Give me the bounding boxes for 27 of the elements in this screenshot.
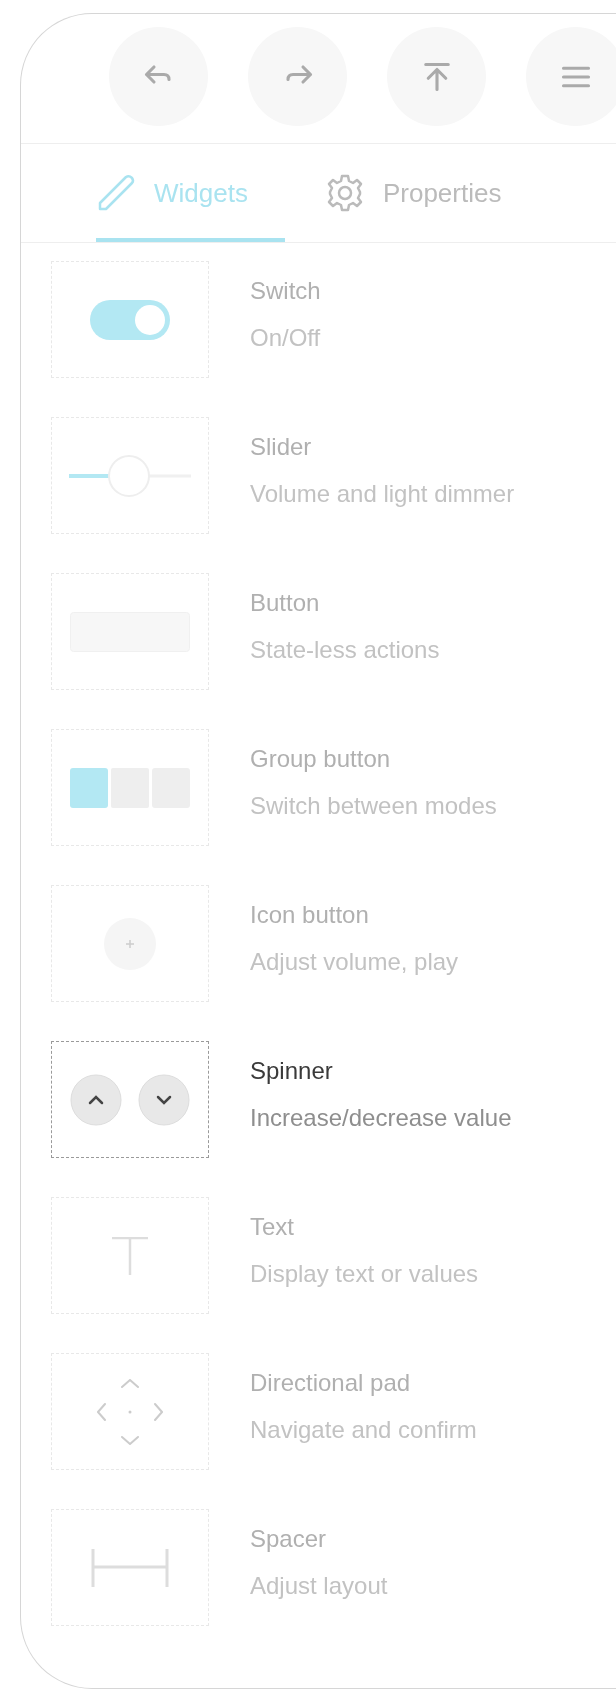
widget-title: Switch — [250, 276, 321, 306]
widget-description: Display text or values — [250, 1259, 479, 1289]
widget-title: Spinner — [250, 1056, 334, 1086]
widget-description: Navigate and confirm — [250, 1415, 477, 1445]
widget-description: Volume and light dimmer — [250, 479, 515, 509]
widget-title: Button — [250, 588, 321, 618]
widget-title: Group button — [250, 744, 392, 774]
widget-description: Adjust volume, play — [250, 947, 459, 977]
widget-title: Spacer — [250, 1524, 328, 1554]
pencil-icon — [96, 173, 136, 213]
plus-button-drawing — [104, 917, 156, 970]
widget-title: Icon button — [250, 900, 370, 930]
widget-description: State-less actions — [250, 635, 440, 665]
spacer-icon — [91, 1548, 169, 1587]
widget-preview[interactable] — [51, 1041, 209, 1158]
text-icon — [112, 1236, 148, 1275]
widget-title: Text — [250, 1212, 295, 1242]
widget-description: Adjust layout — [250, 1571, 388, 1601]
widget-title: Directional pad — [250, 1368, 412, 1398]
widget-description: On/Off — [250, 323, 321, 353]
widget-title: Slider — [250, 432, 313, 462]
upload-icon — [421, 61, 452, 92]
tab[interactable]: Widgets — [96, 144, 285, 242]
dpad-drawing — [97, 1378, 163, 1445]
tab[interactable]: Properties — [324, 144, 539, 242]
widget-description: Increase/decrease value — [250, 1103, 512, 1133]
widget-description: Switch between modes — [250, 791, 497, 821]
